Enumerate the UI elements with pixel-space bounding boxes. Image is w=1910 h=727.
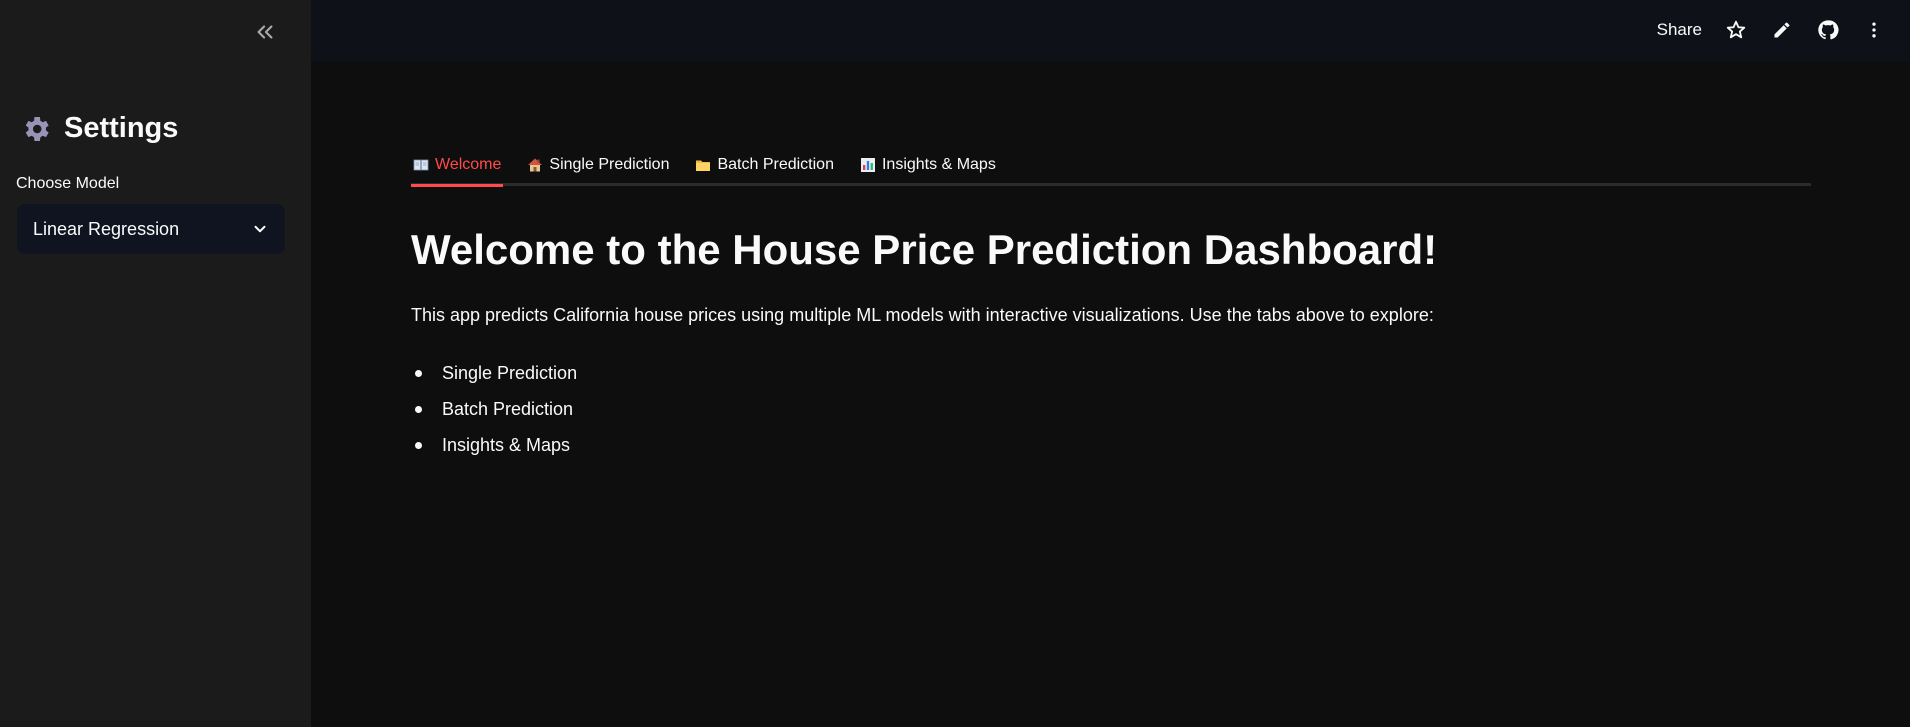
tab-label: Welcome — [435, 156, 502, 173]
sidebar-title: Settings — [64, 112, 179, 144]
header-actions: Share — [1657, 18, 1886, 42]
list-item: Insights & Maps — [411, 427, 577, 463]
bullet — [415, 405, 422, 413]
list-item-text: Single Prediction — [442, 362, 578, 383]
pencil-icon — [1774, 22, 1790, 38]
tab-label: Single Prediction — [549, 156, 670, 173]
list-item: Single Prediction — [411, 355, 577, 391]
list-item-text: Batch Prediction — [442, 398, 574, 419]
chevron-down-icon — [254, 225, 266, 233]
github-button[interactable] — [1816, 18, 1840, 42]
tab-welcome[interactable]: Welcome — [411, 146, 504, 187]
folder-icon — [696, 160, 711, 171]
double-chevron-left-icon — [257, 25, 273, 39]
top-header: Share — [311, 0, 1910, 62]
vertical-dots-icon — [1872, 22, 1876, 38]
main-menu-button[interactable] — [1862, 18, 1886, 42]
collapse-sidebar-button[interactable] — [250, 18, 280, 46]
model-select-value: Linear Regression — [33, 218, 180, 239]
share-button[interactable]: Share — [1657, 20, 1702, 40]
gear-icon — [25, 116, 49, 141]
list-item: Batch Prediction — [411, 391, 577, 427]
model-select[interactable]: Linear Regression — [17, 204, 285, 254]
feature-list: Single Prediction Batch Prediction Insig… — [411, 355, 577, 463]
edit-button[interactable] — [1770, 18, 1794, 42]
tab-single-prediction[interactable]: Single Prediction — [525, 146, 671, 184]
tab-insights-maps[interactable]: Insights & Maps — [858, 146, 998, 184]
tab-bar: Welcome Single Prediction Batch Predicti… — [411, 146, 1811, 187]
bar-chart-icon — [860, 158, 875, 172]
bullet — [415, 441, 422, 449]
sidebar-header: Settings — [20, 112, 178, 145]
github-icon — [1818, 20, 1839, 40]
open-book-icon — [413, 159, 429, 171]
tab-label: Batch Prediction — [717, 156, 834, 173]
star-button[interactable] — [1724, 18, 1748, 42]
star-icon — [1726, 20, 1746, 39]
page-title: Welcome to the House Price Prediction Da… — [411, 226, 1438, 273]
sidebar: Settings Choose Model Linear Regression — [0, 0, 311, 727]
bullet — [415, 369, 422, 377]
choose-model-label: Choose Model — [16, 175, 120, 192]
tab-batch-prediction[interactable]: Batch Prediction — [693, 146, 836, 184]
intro-text: This app predicts California house price… — [411, 305, 1434, 325]
list-item-text: Insights & Maps — [442, 434, 571, 455]
app-root: Settings Choose Model Linear Regression … — [0, 0, 1910, 727]
house-icon — [528, 158, 543, 172]
tab-label: Insights & Maps — [881, 156, 996, 173]
